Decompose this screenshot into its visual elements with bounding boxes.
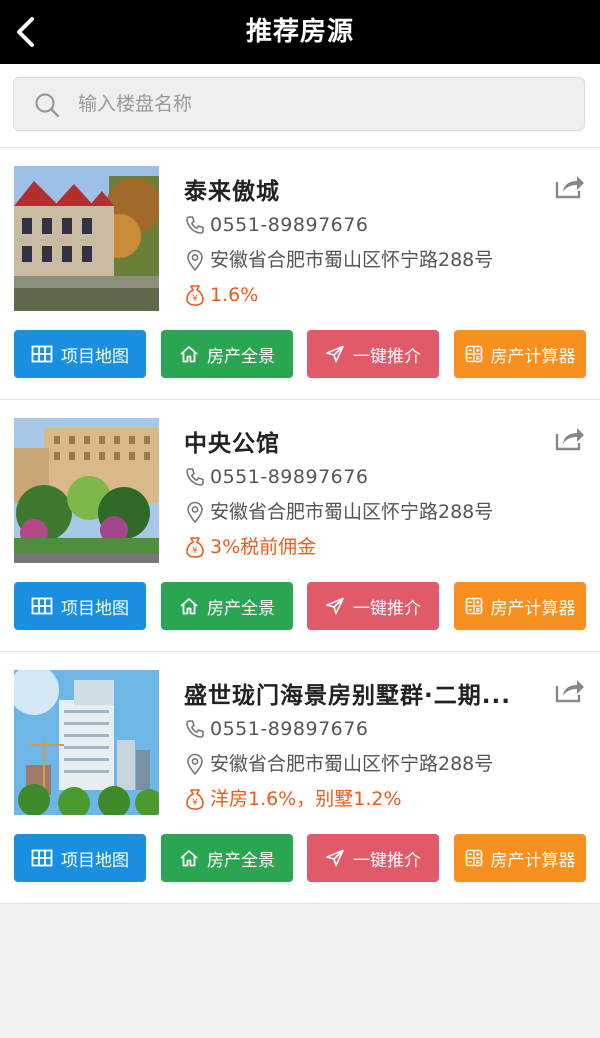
location-icon (184, 249, 206, 271)
phone-row[interactable]: 0551-89897676 (184, 210, 368, 240)
action-buttons: 项目地图 房产全景 一键推介 房产计算器 (14, 834, 586, 882)
panorama-button-label: 房产全景 (207, 346, 275, 367)
phone-icon (184, 214, 206, 236)
map-button[interactable]: 项目地图 (14, 834, 146, 882)
send-icon (325, 345, 345, 363)
phone-icon (184, 718, 206, 740)
panorama-button[interactable]: 房产全景 (161, 330, 293, 378)
send-icon (325, 597, 345, 615)
calculator-button-label: 房产计算器 (490, 598, 576, 619)
calculator-icon (465, 345, 483, 363)
commission-text: 3%税前佣金 (210, 536, 317, 558)
panorama-button-label: 房产全景 (207, 850, 275, 871)
home-icon (179, 345, 199, 363)
commission-row: ¥ 3%税前佣金 (184, 532, 316, 562)
address-text: 安徽省合肥市蜀山区怀宁路288号 (210, 501, 494, 523)
recommend-button[interactable]: 一键推介 (307, 834, 439, 882)
money-bag-icon: ¥ (184, 284, 206, 306)
phone-row[interactable]: 0551-89897676 (184, 462, 368, 492)
panorama-button[interactable]: 房产全景 (161, 834, 293, 882)
search-input[interactable]: 输入楼盘名称 (13, 77, 585, 131)
recommend-button-label: 一键推介 (353, 850, 421, 871)
recommend-button-label: 一键推介 (353, 346, 421, 367)
property-name[interactable]: 盛世珑门海景房别墅群·二期... (184, 676, 524, 710)
property-card[interactable]: 中央公馆 0551-89897676 安徽省合肥市蜀山区怀宁路288号 ¥ 3%… (0, 399, 600, 651)
action-buttons: 项目地图 房产全景 一键推介 房产计算器 (14, 330, 586, 378)
property-card[interactable]: 盛世珑门海景房别墅群·二期... 0551-89897676 安徽省合肥市蜀山区… (0, 651, 600, 904)
search-icon (35, 93, 60, 118)
map-button-label: 项目地图 (61, 598, 129, 619)
send-icon (325, 849, 345, 867)
calculator-button[interactable]: 房产计算器 (454, 834, 586, 882)
calculator-icon (465, 597, 483, 615)
svg-text:¥: ¥ (192, 546, 198, 556)
commission-text: 洋房1.6%，别墅1.2% (210, 788, 402, 810)
share-icon[interactable] (554, 676, 586, 704)
address-row: 安徽省合肥市蜀山区怀宁路288号 (184, 749, 493, 779)
phone-row[interactable]: 0551-89897676 (184, 714, 368, 744)
svg-text:¥: ¥ (192, 798, 198, 808)
map-grid-icon (31, 597, 53, 615)
recommend-button[interactable]: 一键推介 (307, 582, 439, 630)
property-name[interactable]: 中央公馆 (184, 424, 524, 458)
top-bar: 推荐房源 (0, 0, 600, 64)
home-icon (179, 849, 199, 867)
commission-row: ¥ 洋房1.6%，别墅1.2% (184, 784, 402, 814)
phone-number[interactable]: 0551-89897676 (210, 462, 368, 492)
address-row: 安徽省合肥市蜀山区怀宁路288号 (184, 245, 493, 275)
page-title: 推荐房源 (245, 17, 354, 47)
property-image[interactable] (14, 418, 159, 563)
calculator-icon (465, 849, 483, 867)
calculator-button-label: 房产计算器 (490, 346, 576, 367)
property-list: 泰来傲城 0551-89897676 安徽省合肥市蜀山区怀宁路288号 ¥ 1.… (0, 147, 600, 904)
phone-number[interactable]: 0551-89897676 (210, 210, 368, 240)
calculator-button-label: 房产计算器 (490, 850, 576, 871)
action-buttons: 项目地图 房产全景 一键推介 房产计算器 (14, 582, 586, 630)
home-icon (179, 597, 199, 615)
address-text: 安徽省合肥市蜀山区怀宁路288号 (210, 753, 494, 775)
property-card[interactable]: 泰来傲城 0551-89897676 安徽省合肥市蜀山区怀宁路288号 ¥ 1.… (0, 147, 600, 399)
property-image[interactable] (14, 670, 159, 815)
phone-icon (184, 466, 206, 488)
map-button-label: 项目地图 (61, 346, 129, 367)
commission-text: 1.6% (210, 284, 259, 306)
svg-text:¥: ¥ (192, 294, 198, 304)
property-image[interactable] (14, 166, 159, 311)
map-grid-icon (31, 849, 53, 867)
commission-row: ¥ 1.6% (184, 280, 258, 310)
share-icon[interactable] (554, 424, 586, 452)
location-icon (184, 753, 206, 775)
panorama-button-label: 房产全景 (207, 598, 275, 619)
money-bag-icon: ¥ (184, 788, 206, 810)
search-placeholder: 输入楼盘名称 (78, 93, 193, 115)
address-text: 安徽省合肥市蜀山区怀宁路288号 (210, 249, 494, 271)
calculator-button[interactable]: 房产计算器 (454, 582, 586, 630)
address-row: 安徽省合肥市蜀山区怀宁路288号 (184, 497, 493, 527)
panorama-button[interactable]: 房产全景 (161, 582, 293, 630)
map-button-label: 项目地图 (61, 850, 129, 871)
property-name[interactable]: 泰来傲城 (184, 172, 524, 206)
money-bag-icon: ¥ (184, 536, 206, 558)
share-icon[interactable] (554, 172, 586, 200)
search-bar: 输入楼盘名称 (0, 64, 600, 147)
map-button[interactable]: 项目地图 (14, 330, 146, 378)
calculator-button[interactable]: 房产计算器 (454, 330, 586, 378)
location-icon (184, 501, 206, 523)
recommend-button[interactable]: 一键推介 (307, 330, 439, 378)
map-button[interactable]: 项目地图 (14, 582, 146, 630)
map-grid-icon (31, 345, 53, 363)
recommend-button-label: 一键推介 (353, 598, 421, 619)
phone-number[interactable]: 0551-89897676 (210, 714, 368, 744)
